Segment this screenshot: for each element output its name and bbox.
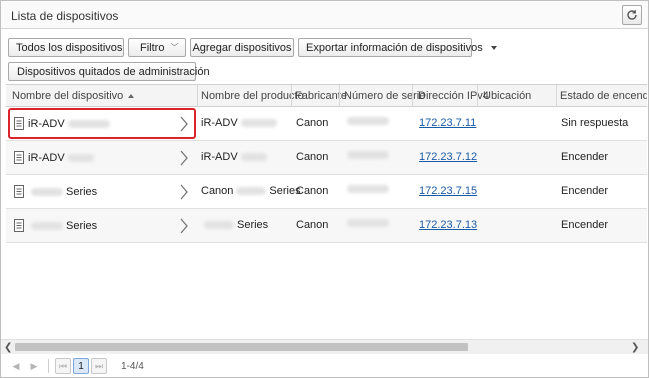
printer-icon xyxy=(14,219,24,232)
sort-ascending-icon xyxy=(128,94,135,99)
expand-icon: ﹀ xyxy=(170,42,179,52)
table-row[interactable]: iR-ADV iR-ADV Canon 172.23.7.12 Encender xyxy=(6,141,647,175)
scroll-right-icon[interactable]: ❯ xyxy=(631,342,639,353)
serial-number-cell xyxy=(344,219,392,227)
device-name-text: Series xyxy=(66,185,98,198)
column-header-location[interactable]: Ubicación xyxy=(483,90,531,102)
product-name-text: Canon xyxy=(201,185,234,197)
filter-button[interactable]: Filtro ﹀ xyxy=(128,38,186,57)
redacted-text xyxy=(236,187,267,195)
refresh-icon xyxy=(627,10,637,20)
serial-number-cell xyxy=(344,185,392,193)
serial-number-cell xyxy=(344,151,392,159)
ip-address-link[interactable]: 172.23.7.11 xyxy=(419,117,476,129)
refresh-button[interactable] xyxy=(622,5,642,25)
redacted-text xyxy=(240,119,277,127)
power-status-cell: Encender xyxy=(561,185,609,197)
column-header-ipv4[interactable]: Dirección IPv4 xyxy=(418,90,489,102)
table-row[interactable]: Series Series Canon 172.23.7.13 Encender xyxy=(6,209,647,243)
chevron-down-icon xyxy=(490,45,497,50)
power-status-cell: Encender xyxy=(561,219,609,231)
printer-icon xyxy=(14,151,24,164)
chevron-right-icon[interactable] xyxy=(176,217,192,235)
redacted-text xyxy=(347,151,389,159)
redacted-text xyxy=(347,219,389,227)
removed-devices-label: Dispositivos quitados de administración xyxy=(17,65,210,78)
redacted-text xyxy=(347,117,389,125)
redacted-text xyxy=(347,185,389,193)
horizontal-scrollbar[interactable]: ❮ ❯ xyxy=(1,339,648,354)
column-header-power-status[interactable]: Estado de encendido xyxy=(560,90,647,102)
device-name-cell: iR-ADV xyxy=(14,151,97,164)
column-divider[interactable] xyxy=(339,85,340,107)
device-name-text: Series xyxy=(66,219,98,232)
last-page-icon[interactable]: ⏭ xyxy=(91,358,107,374)
window-title: Lista de dispositivos xyxy=(11,9,119,23)
device-name-text: iR-ADV xyxy=(28,151,65,164)
column-divider[interactable] xyxy=(412,85,413,107)
column-header-device-name[interactable]: Nombre del dispositivo xyxy=(12,90,135,102)
ip-address-link[interactable]: 172.23.7.12 xyxy=(419,151,477,163)
prev-page-icon[interactable]: ◀ xyxy=(8,358,24,374)
column-divider[interactable] xyxy=(291,85,292,107)
first-page-icon[interactable]: ⏮ xyxy=(55,358,71,374)
scrollbar-thumb[interactable] xyxy=(15,343,468,351)
chevron-right-icon[interactable] xyxy=(176,183,192,201)
all-devices-dropdown[interactable]: Todos los dispositivos xyxy=(8,38,137,57)
title-bar: Lista de dispositivos xyxy=(1,1,648,29)
column-divider[interactable] xyxy=(477,85,478,107)
device-name-cell: Series xyxy=(14,185,97,198)
serial-number-cell xyxy=(344,117,392,125)
scroll-left-icon[interactable]: ❮ xyxy=(4,342,12,353)
all-devices-label: Todos los dispositivos xyxy=(16,41,123,54)
export-dropdown[interactable]: Exportar información de dispositivos xyxy=(298,38,497,57)
pager-divider xyxy=(48,359,49,373)
redacted-text xyxy=(204,221,234,229)
redacted-text xyxy=(31,187,63,196)
redacted-text xyxy=(240,153,267,161)
column-header-label: Nombre del dispositivo xyxy=(12,90,124,102)
product-name-cell: Canon Series xyxy=(201,185,301,197)
chevron-right-icon[interactable] xyxy=(176,149,192,167)
column-header-serial-number[interactable]: Número de serie xyxy=(344,90,425,102)
product-name-cell: iR-ADV xyxy=(201,117,280,129)
current-page[interactable]: 1 xyxy=(73,358,89,374)
removed-devices-button[interactable]: Dispositivos quitados de administración xyxy=(8,62,210,81)
printer-icon xyxy=(14,185,24,198)
filter-label: Filtro xyxy=(140,41,165,54)
manufacturer-cell: Canon xyxy=(296,117,329,129)
power-status-cell: Encender xyxy=(561,151,609,163)
manufacturer-cell: Canon xyxy=(296,185,329,197)
manufacturer-cell: Canon xyxy=(296,151,329,163)
pagination: ◀ ▶ ⏮ 1 ⏭ 1-4/4 xyxy=(1,355,648,377)
toolbar: Todos los dispositivos Filtro ﹀ Agregar … xyxy=(8,38,497,57)
secondary-toolbar: Dispositivos quitados de administración xyxy=(8,62,210,81)
product-name-text: Series xyxy=(237,219,269,231)
device-list-window: Lista de dispositivos Todos los disposit… xyxy=(0,0,649,378)
column-header-product-name[interactable]: Nombre del producto xyxy=(201,90,304,102)
table-row[interactable]: Series Canon Series Canon 172.23.7.15 Enc… xyxy=(6,175,647,209)
page-info: 1-4/4 xyxy=(121,360,144,372)
device-name-cell: Series xyxy=(14,219,97,232)
power-status-cell: Sin respuesta xyxy=(561,117,629,129)
export-label: Exportar información de dispositivos xyxy=(306,41,483,54)
redacted-text xyxy=(31,221,63,230)
manufacturer-cell: Canon xyxy=(296,219,329,231)
column-divider[interactable] xyxy=(556,85,557,107)
add-devices-label: Agregar dispositivos xyxy=(192,41,292,54)
product-name-text: iR-ADV xyxy=(201,151,238,163)
selection-highlight xyxy=(8,108,196,139)
column-divider[interactable] xyxy=(197,85,198,107)
ip-address-link[interactable]: 172.23.7.13 xyxy=(419,219,477,231)
ip-address-link[interactable]: 172.23.7.15 xyxy=(419,185,477,197)
product-name-cell: iR-ADV xyxy=(201,151,270,163)
product-name-cell: Series xyxy=(201,219,268,231)
next-page-icon[interactable]: ▶ xyxy=(26,358,42,374)
table-header: Nombre del dispositivo Nombre del produc… xyxy=(6,85,647,107)
add-devices-button[interactable]: Agregar dispositivos xyxy=(190,38,294,57)
redacted-text xyxy=(67,153,94,162)
product-name-text: iR-ADV xyxy=(201,117,238,129)
